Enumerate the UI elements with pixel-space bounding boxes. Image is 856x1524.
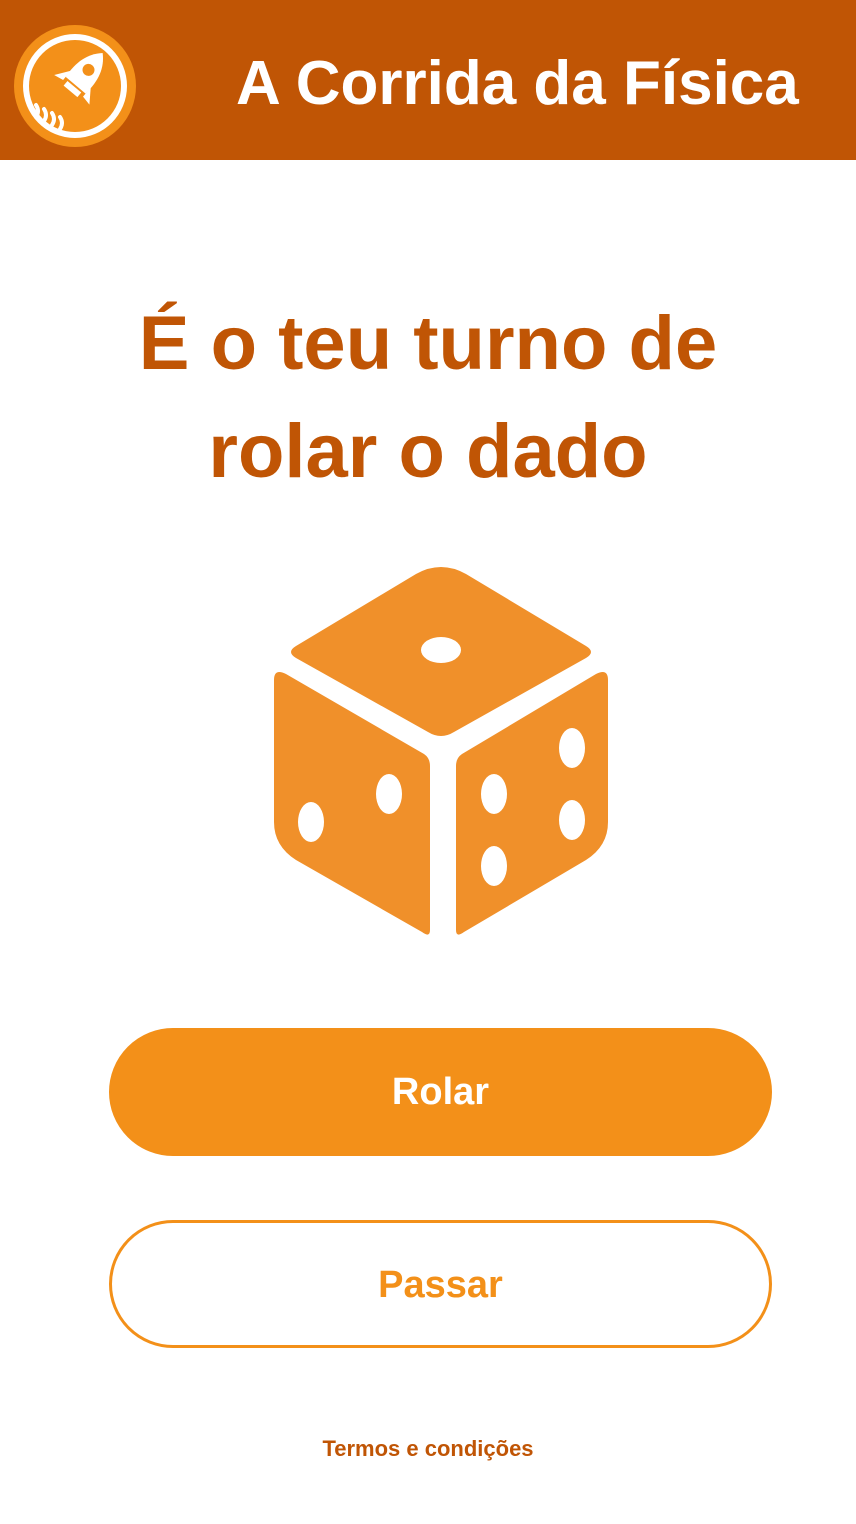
- turn-heading-line2: rolar o dado: [208, 409, 648, 494]
- game-turn-screen: A Corrida da Física É o teu turno de rol…: [0, 0, 856, 1524]
- turn-heading: É o teu turno de rolar o dado: [0, 290, 856, 506]
- rocket-logo-icon: [14, 25, 136, 147]
- roll-button[interactable]: Rolar: [109, 1028, 772, 1156]
- pass-button[interactable]: Passar: [109, 1220, 772, 1348]
- app-header: A Corrida da Física: [0, 0, 856, 160]
- terms-link[interactable]: Termos e condições: [0, 1436, 856, 1462]
- turn-heading-line1: É o teu turno de: [138, 301, 718, 386]
- app-title: A Corrida da Física: [236, 49, 799, 118]
- dice-icon: [274, 567, 608, 935]
